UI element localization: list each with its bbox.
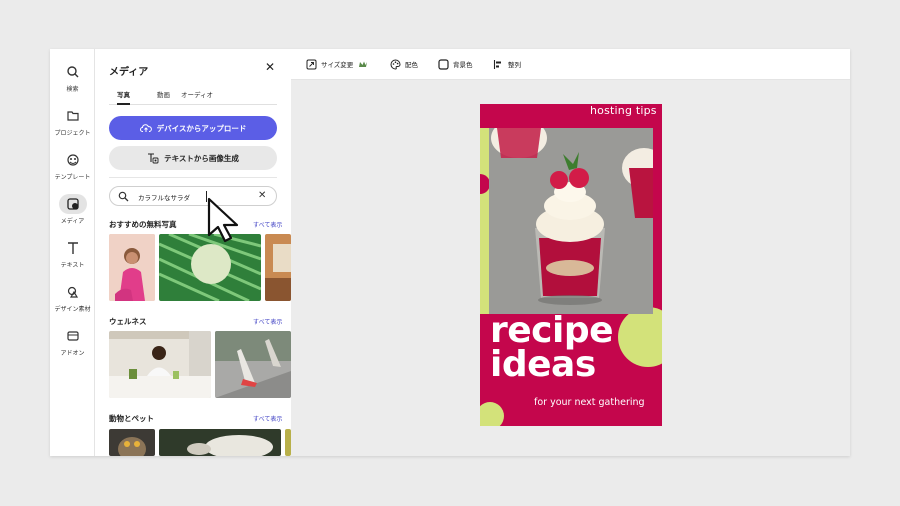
- rail-item-addons[interactable]: アドオン: [50, 326, 95, 366]
- section-title-wellness: ウェルネス: [109, 317, 147, 326]
- text-icon: [67, 242, 78, 254]
- photo-woman-pink: [109, 234, 155, 301]
- shapes-icon: [67, 286, 78, 298]
- photo-owl: [109, 429, 155, 456]
- resize-button[interactable]: サイズ変更: [306, 58, 368, 70]
- tab-audio[interactable]: オーディオ: [181, 91, 213, 105]
- section-title-featured: おすすめの無料写真: [109, 220, 177, 229]
- design-title[interactable]: recipe ideas: [490, 310, 614, 385]
- background-icon: [438, 58, 449, 70]
- top-toolbar: サイズ変更 配色 背景色 整列: [291, 49, 850, 80]
- photo-runner: [215, 331, 291, 398]
- photo-kitchen: [109, 331, 211, 398]
- photo-thumb-kitchen[interactable]: [109, 331, 211, 398]
- rail-item-projects[interactable]: プロジェクト: [50, 106, 95, 146]
- rail-item-elements[interactable]: デザイン素材: [50, 282, 95, 322]
- photo-thumb-interior[interactable]: [265, 234, 291, 301]
- upload-button[interactable]: デバイスからアップロード: [109, 116, 277, 140]
- folder-icon: [66, 111, 79, 121]
- rail-label: デザイン素材: [54, 306, 91, 313]
- search-icon: [66, 66, 78, 78]
- design-canvas[interactable]: hosting tips recipe ideas for your next …: [480, 104, 662, 426]
- design-subtitle[interactable]: for your next gathering: [534, 397, 645, 408]
- app-window: 検索 プロジェクト テンプレート メディア テキスト デザイン素材 アドオン メ…: [50, 49, 850, 456]
- palette-icon: [390, 58, 401, 70]
- see-all-wellness-link[interactable]: すべて表示: [253, 317, 282, 326]
- see-all-featured-link[interactable]: すべて表示: [253, 220, 282, 229]
- template-icon: [66, 154, 79, 166]
- color-button[interactable]: 配色: [390, 58, 418, 70]
- background-button[interactable]: 背景色: [438, 58, 473, 70]
- tab-photos[interactable]: 写真: [117, 91, 130, 105]
- design-tag-text[interactable]: hosting tips: [590, 104, 657, 117]
- photo-thumb-runner[interactable]: [215, 331, 291, 398]
- photo-thumb-palm-leaf[interactable]: [159, 234, 261, 301]
- crown-icon: [359, 61, 368, 67]
- rail-label: 検索: [66, 86, 79, 93]
- media-panel: メディア ✕ 写真 動画 オーディオ デバイスからアップロード テキストから画像…: [95, 49, 291, 456]
- rail-label: テンプレート: [54, 174, 91, 181]
- photo-thumb-owl[interactable]: [109, 429, 155, 456]
- rail-label: アドオン: [60, 350, 85, 357]
- rail-item-text[interactable]: テキスト: [50, 238, 95, 278]
- clear-search-icon[interactable]: ✕: [258, 190, 266, 202]
- design-title-line1: recipe: [490, 310, 614, 351]
- rail-item-media[interactable]: メディア: [50, 194, 95, 234]
- cloud-upload-icon: [139, 124, 152, 132]
- photo-thumb-bird[interactable]: [159, 429, 281, 456]
- rail-label: テキスト: [60, 262, 85, 269]
- media-icon: [66, 198, 79, 210]
- resize-label: サイズ変更: [321, 61, 354, 69]
- panel-title: メディア: [109, 67, 149, 78]
- text-to-image-button[interactable]: テキストから画像生成: [109, 146, 277, 170]
- rail-item-search[interactable]: 検索: [50, 62, 95, 102]
- left-rail: 検索 プロジェクト テンプレート メディア テキスト デザイン素材 アドオン: [50, 49, 95, 456]
- see-all-animals-link[interactable]: すべて表示: [253, 414, 282, 423]
- photo-thumb-woman-pink[interactable]: [109, 234, 155, 301]
- tab-videos[interactable]: 動画: [157, 91, 170, 105]
- align-button[interactable]: 整列: [493, 58, 521, 70]
- color-label: 配色: [405, 61, 418, 69]
- photo-palm-leaf: [159, 234, 261, 301]
- dessert-cup-image: [489, 128, 653, 314]
- text-to-image-label: テキストから画像生成: [164, 153, 239, 163]
- align-label: 整列: [508, 61, 521, 69]
- upload-label: デバイスからアップロード: [156, 123, 247, 133]
- section-title-animals: 動物とペット: [109, 414, 154, 423]
- dessert-photo[interactable]: [489, 128, 653, 314]
- addon-icon: [66, 331, 79, 341]
- search-icon: [118, 191, 129, 202]
- text-to-image-icon: [148, 152, 159, 163]
- media-tabs: 写真 動画 オーディオ: [109, 91, 277, 105]
- design-title-line2: ideas: [490, 344, 596, 385]
- align-left-icon: [493, 59, 501, 69]
- divider: [109, 177, 277, 178]
- background-label: 背景色: [453, 61, 473, 69]
- mouse-cursor-icon: [207, 197, 239, 243]
- search-box[interactable]: ✕: [109, 186, 277, 206]
- rail-label: メディア: [60, 218, 85, 225]
- rail-item-templates[interactable]: テンプレート: [50, 150, 95, 190]
- resize-icon: [306, 59, 317, 69]
- photo-bird: [159, 429, 281, 456]
- rail-label: プロジェクト: [54, 130, 91, 137]
- photo-interior: [265, 234, 291, 301]
- close-icon[interactable]: ✕: [265, 61, 277, 73]
